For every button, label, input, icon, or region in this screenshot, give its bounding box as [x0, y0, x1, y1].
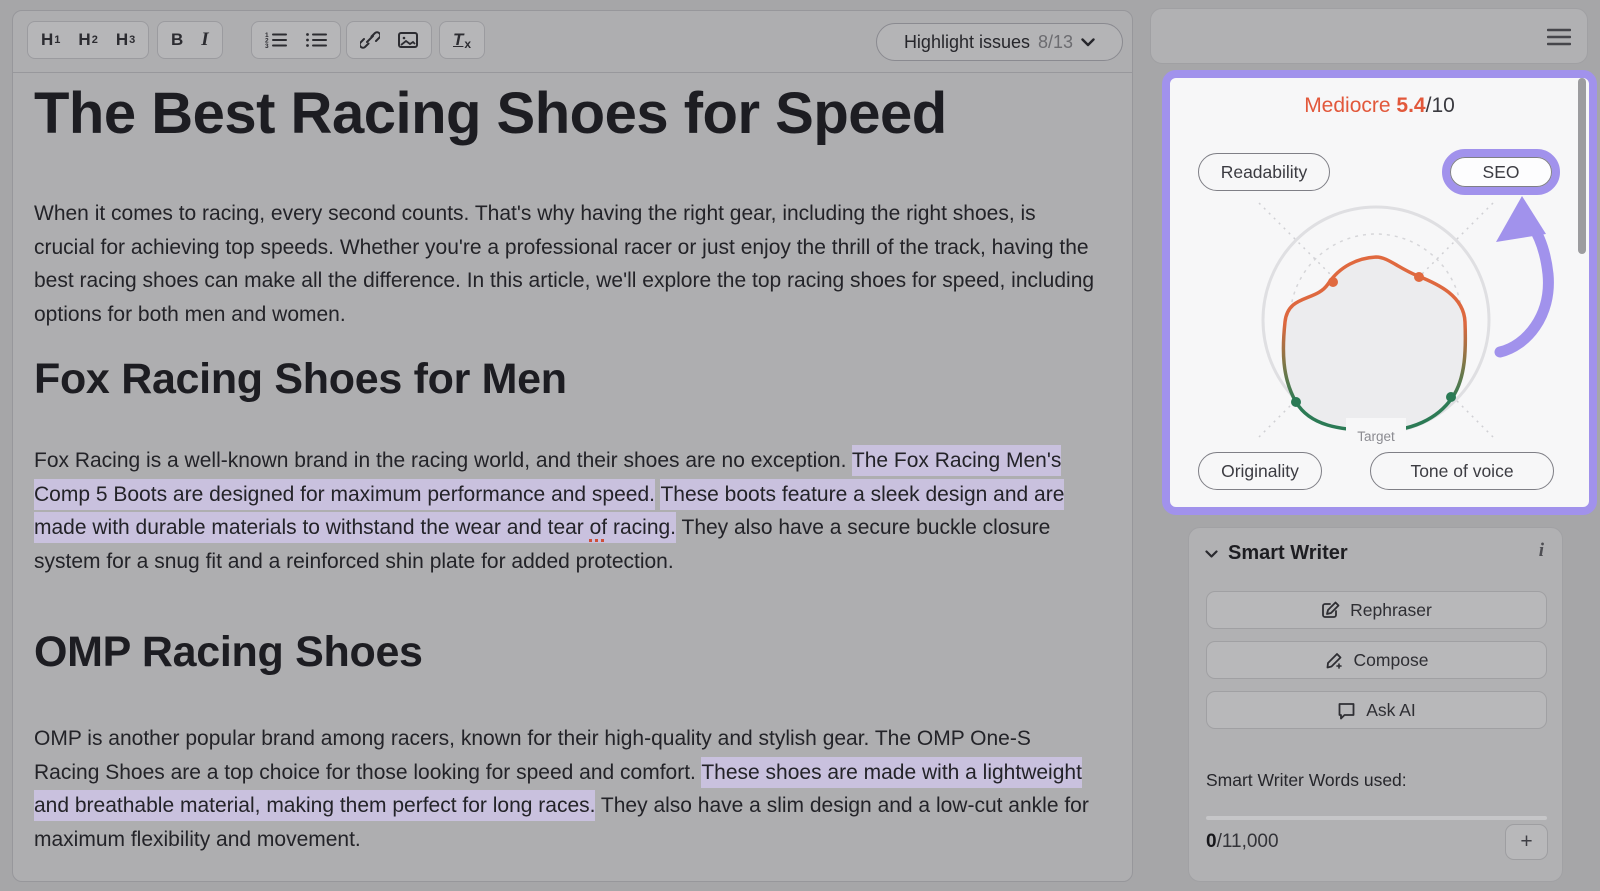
bold-button[interactable]: B	[164, 25, 190, 55]
menu-icon[interactable]	[1547, 28, 1571, 51]
sidebar-header-card	[1150, 8, 1588, 64]
target-ring-label: Target	[1357, 429, 1395, 444]
h3-button[interactable]: H3	[109, 25, 142, 55]
seo-pill[interactable]: SEO	[1450, 157, 1552, 187]
rephraser-button[interactable]: Rephraser	[1206, 591, 1547, 629]
text-segment: When it comes to racing, every second co…	[34, 202, 1094, 326]
pen-sparkle-icon	[1325, 651, 1344, 670]
smart-writer-card: Smart Writer i Rephraser Compose Ask AI …	[1188, 527, 1563, 882]
words-used-count: 0/11,000	[1206, 831, 1279, 853]
list-group: 1 2 3	[251, 21, 341, 59]
highlighted-text: racing.	[607, 512, 676, 543]
text-segment: Fox Racing is a well-known brand in the …	[34, 449, 852, 472]
smart-writer-title: Smart Writer	[1228, 542, 1348, 565]
originality-pill[interactable]: Originality	[1198, 452, 1322, 490]
content-score-panel: Mediocre 5.4/10	[1162, 70, 1597, 515]
h1-button[interactable]: H1	[34, 25, 67, 55]
ordered-list-icon[interactable]: 1 2 3	[258, 25, 294, 55]
tone-point	[1446, 392, 1456, 402]
fox-paragraph: Fox Racing is a well-known brand in the …	[34, 444, 1096, 578]
chevron-down-icon	[1205, 550, 1218, 558]
highlighted-text: of	[590, 512, 608, 543]
h2-button[interactable]: H2	[71, 25, 104, 55]
section-heading-fox: Fox Racing Shoes for Men	[34, 355, 567, 404]
ask-ai-button[interactable]: Ask AI	[1206, 691, 1547, 729]
highlight-issues-count: 8/13	[1038, 32, 1073, 53]
heading-button-group: H1 H2 H3	[27, 21, 149, 59]
chevron-down-icon	[1081, 38, 1095, 47]
editor-toolbar: H1 H2 H3 B I 1 2 3	[13, 11, 1132, 73]
panel-scrollbar[interactable]	[1578, 78, 1586, 254]
italic-button[interactable]: I	[194, 25, 215, 55]
app-screen: H1 H2 H3 B I 1 2 3	[0, 0, 1600, 891]
intro-paragraph: When it comes to racing, every second co…	[34, 197, 1096, 331]
section-heading-omp: OMP Racing Shoes	[34, 628, 423, 677]
svg-text:3: 3	[265, 43, 269, 49]
highlight-issues-label: Highlight issues	[904, 32, 1030, 53]
readability-point	[1328, 277, 1338, 287]
pencil-square-icon	[1321, 601, 1340, 620]
seo-point	[1414, 272, 1424, 282]
tone-of-voice-pill[interactable]: Tone of voice	[1370, 452, 1554, 490]
chat-bubble-icon	[1337, 701, 1356, 720]
words-used-progressbar	[1206, 816, 1547, 820]
seo-pill-highlight-ring[interactable]: SEO	[1442, 149, 1560, 195]
smart-writer-header[interactable]: Smart Writer	[1205, 542, 1348, 565]
omp-paragraph: OMP is another popular brand among racer…	[34, 722, 1096, 856]
insert-group	[346, 21, 432, 59]
text-style-group: B I	[157, 21, 223, 59]
document-title: The Best Racing Shoes for Speed	[34, 81, 1119, 148]
compose-button[interactable]: Compose	[1206, 641, 1547, 679]
clear-formatting-icon[interactable]: Tx	[446, 25, 478, 55]
image-icon[interactable]	[391, 25, 425, 55]
score-radar-chart: Target	[1170, 78, 1589, 507]
readability-pill[interactable]: Readability	[1198, 153, 1330, 191]
words-used-label: Smart Writer Words used:	[1206, 770, 1407, 791]
add-words-button[interactable]: +	[1505, 824, 1548, 860]
info-icon[interactable]: i	[1539, 540, 1544, 562]
editor-panel: H1 H2 H3 B I 1 2 3	[12, 10, 1133, 882]
originality-point	[1291, 397, 1301, 407]
unordered-list-icon[interactable]	[298, 25, 334, 55]
highlight-issues-dropdown[interactable]: Highlight issues 8/13	[876, 23, 1123, 61]
link-icon[interactable]	[353, 25, 387, 55]
clear-format-group: Tx	[439, 21, 485, 59]
